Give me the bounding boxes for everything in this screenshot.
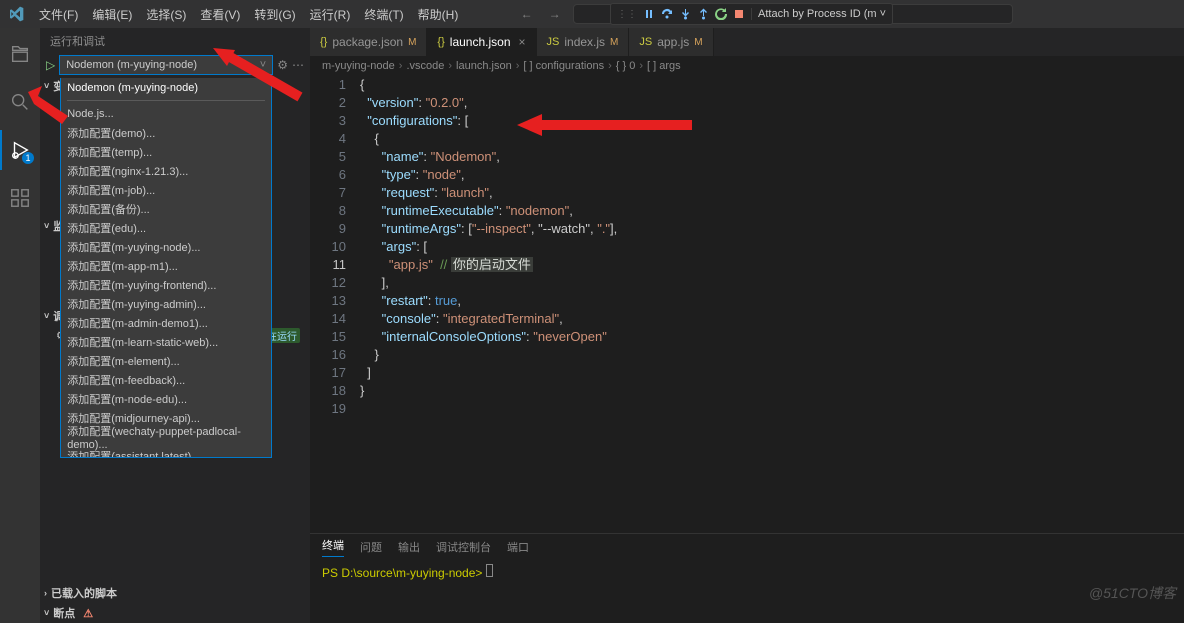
menu-item[interactable]: 转到(G): [247, 6, 302, 23]
config-option[interactable]: 添加配置(temp)...: [61, 142, 271, 161]
config-option[interactable]: 添加配置(m-yuying-frontend)...: [61, 275, 271, 294]
stop-icon[interactable]: [733, 8, 745, 20]
sidebar-title: 运行和调试: [50, 33, 105, 49]
config-option[interactable]: 添加配置(备份)...: [61, 199, 271, 218]
step-out-icon[interactable]: [697, 8, 709, 20]
config-option[interactable]: 添加配置(m-feedback)...: [61, 370, 271, 389]
terminal-body[interactable]: PS D:\source\m-yuying-node>: [310, 560, 1184, 623]
step-into-icon[interactable]: [679, 8, 691, 20]
debug-toolbar[interactable]: ⋮⋮ Attach by Process ID (m ˅: [610, 3, 893, 25]
panel-tab[interactable]: 调试控制台: [436, 539, 491, 555]
debug-config-select[interactable]: Attach by Process ID (m ˅: [751, 8, 886, 20]
config-option[interactable]: 添加配置(edu)...: [61, 218, 271, 237]
nav-fwd-icon[interactable]: →: [545, 7, 565, 21]
close-icon: ×: [519, 35, 526, 49]
section-breakpoints[interactable]: ˅断点⚠: [40, 603, 310, 623]
config-option[interactable]: 添加配置(nginx-1.21.3)...: [61, 161, 271, 180]
config-option[interactable]: 添加配置(wechaty-puppet-padlocal-demo)...: [61, 427, 271, 446]
extensions-icon[interactable]: [0, 178, 40, 218]
vscode-logo-icon: [0, 6, 32, 22]
launch-config-selected: Nodemon (m-yuying-node): [66, 59, 197, 71]
menu-item[interactable]: 编辑(E): [85, 6, 139, 23]
menu-item[interactable]: 帮助(H): [411, 6, 466, 23]
editor-tab[interactable]: JSindex.jsM: [537, 28, 630, 56]
run-sidebar: 运行和调试 ▷ Nodemon (m-yuying-node) ˅ Nodemo…: [40, 28, 310, 623]
config-option[interactable]: Node.js...: [61, 104, 271, 123]
panel-tab[interactable]: 端口: [507, 539, 529, 555]
config-option[interactable]: 添加配置(m-yuying-admin)...: [61, 294, 271, 313]
config-option[interactable]: 添加配置(m-admin-demo1)...: [61, 313, 271, 332]
nav-back-icon[interactable]: ←: [517, 7, 537, 21]
restart-icon[interactable]: [715, 8, 727, 20]
editor-tab[interactable]: {}package.jsonM: [310, 28, 427, 56]
watermark: @51CTO博客: [1089, 583, 1176, 603]
launch-config-dropdown[interactable]: Nodemon (m-yuying-node) ˅ Nodemon (m-yuy…: [59, 55, 273, 75]
pause-icon[interactable]: [643, 8, 655, 20]
run-debug-icon[interactable]: 1: [0, 130, 40, 170]
step-over-icon[interactable]: [661, 8, 673, 20]
config-option[interactable]: 添加配置(m-element)...: [61, 351, 271, 370]
gear-icon[interactable]: ⚙: [277, 58, 288, 72]
panel-tabs: 终端问题输出调试控制台端口: [310, 534, 1184, 560]
titlebar: 文件(F)编辑(E)选择(S)查看(V)转到(G)运行(R)终端(T)帮助(H)…: [0, 0, 1184, 28]
menu-item[interactable]: 运行(R): [303, 6, 358, 23]
terminal-prompt: PS D:\source\m-yuying-node>: [322, 566, 486, 580]
badge-count: 1: [22, 152, 34, 164]
code-editor[interactable]: 12345678910111213141516171819 { "version…: [310, 76, 1184, 533]
config-option[interactable]: 添加配置(m-app-m1)...: [61, 256, 271, 275]
menu-item[interactable]: 文件(F): [32, 6, 85, 23]
config-option[interactable]: 添加配置(m-job)...: [61, 180, 271, 199]
menu-item[interactable]: 终端(T): [357, 6, 410, 23]
launch-config-list[interactable]: Nodemon (m-yuying-node) Node.js...添加配置(de…: [60, 78, 272, 458]
menu-item[interactable]: 选择(S): [139, 6, 193, 23]
menu-item[interactable]: 查看(V): [193, 6, 247, 23]
grip-icon[interactable]: ⋮⋮: [617, 9, 637, 20]
editor-tabs: {}package.jsonM{}launch.json×JSindex.jsM…: [310, 28, 1184, 56]
editor-tab[interactable]: {}launch.json×: [427, 28, 536, 56]
breadcrumbs[interactable]: m-yuying-node›.vscode›launch.json›[ ] co…: [310, 56, 1184, 76]
panel-tab[interactable]: 问题: [360, 539, 382, 555]
bottom-panel: 终端问题输出调试控制台端口 PS D:\source\m-yuying-node…: [310, 533, 1184, 623]
explorer-icon[interactable]: [0, 34, 40, 74]
config-option[interactable]: 添加配置(m-learn-static-web)...: [61, 332, 271, 351]
more-icon[interactable]: ⋯: [292, 58, 304, 72]
config-option[interactable]: 添加配置(demo)...: [61, 123, 271, 142]
panel-tab[interactable]: 输出: [398, 539, 420, 555]
chevron-down-icon: ˅: [260, 59, 266, 71]
start-debug-icon[interactable]: ▷: [46, 58, 55, 72]
editor-area: {}package.jsonM{}launch.json×JSindex.jsM…: [310, 28, 1184, 623]
config-option[interactable]: Nodemon (m-yuying-node): [61, 78, 271, 97]
activity-bar: 1: [0, 28, 40, 623]
config-option[interactable]: 添加配置(m-node-edu)...: [61, 389, 271, 408]
editor-tab[interactable]: JSapp.jsM: [629, 28, 713, 56]
config-option[interactable]: 添加配置(m-yuying-node)...: [61, 237, 271, 256]
section-loaded[interactable]: ›已载入的脚本: [40, 583, 310, 603]
panel-tab[interactable]: 终端: [322, 537, 344, 557]
search-icon[interactable]: [0, 82, 40, 122]
